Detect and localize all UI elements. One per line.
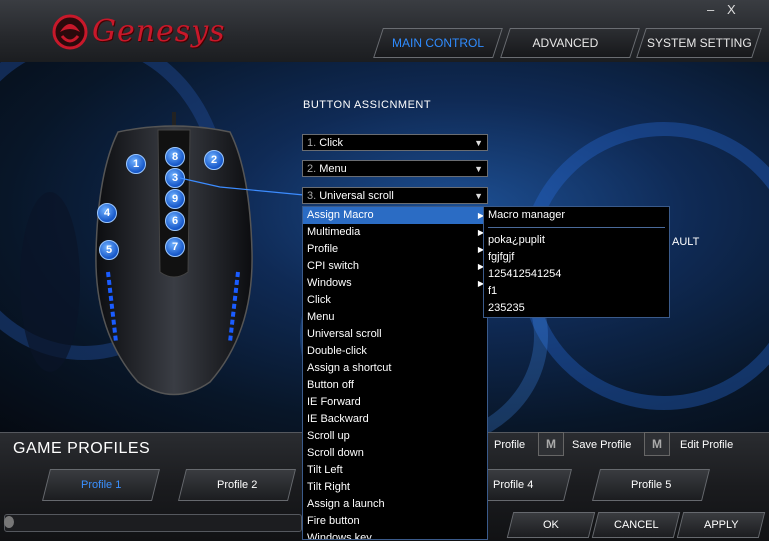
- menu-item[interactable]: Universal scroll: [303, 326, 487, 343]
- tab-advanced-settings[interactable]: ADVANCED SETTINGS: [500, 28, 640, 78]
- menu-item[interactable]: Click: [303, 292, 487, 309]
- mouse-button-5-marker[interactable]: 5: [99, 240, 119, 260]
- menu-item-label: Tilt Left: [307, 464, 343, 476]
- combo-value: Universal scroll: [319, 190, 394, 202]
- partial-label: AULT: [672, 236, 700, 248]
- menu-item-label: Scroll up: [307, 430, 350, 442]
- menu-item[interactable]: Tilt Right: [303, 479, 487, 496]
- combo-value: Click: [319, 137, 344, 149]
- edit-profile-button[interactable]: Edit Profile: [680, 437, 733, 454]
- ok-button[interactable]: OK: [506, 512, 596, 538]
- apply-button[interactable]: APPLY: [676, 512, 766, 538]
- assignment-combo-2[interactable]: 2. Menu ▼: [302, 160, 488, 177]
- menu-item-label: Windows key: [307, 532, 372, 540]
- menu-item-label: IE Backward: [307, 413, 369, 425]
- tab-main-control[interactable]: MAIN CONTROL: [373, 28, 503, 58]
- dropdown-arrow-icon: ▼: [474, 138, 483, 148]
- combo-index: 1.: [307, 137, 317, 149]
- menu-item-label: Multimedia: [307, 226, 361, 238]
- menu-item-label: Tilt Right: [307, 481, 350, 493]
- macro-submenu: Macro manager poka¿puplit fgjfgjf 12541254…: [483, 206, 670, 318]
- menu-item[interactable]: IE Forward: [303, 394, 487, 411]
- mouse-button-1-marker[interactable]: 1: [126, 154, 146, 174]
- menu-item[interactable]: Assign Macro ▶: [303, 207, 487, 224]
- menu-item[interactable]: Profile ▶: [303, 241, 487, 258]
- menu-item[interactable]: Scroll up: [303, 428, 487, 445]
- combo-value: Menu: [319, 163, 347, 175]
- macro-item[interactable]: fgjfgjf: [484, 249, 669, 266]
- slider-knob[interactable]: [4, 516, 14, 528]
- load-profile-button[interactable]: Profile: [494, 437, 525, 454]
- menu-item[interactable]: CPI switch ▶: [303, 258, 487, 275]
- menu-item-label: Assign Macro: [307, 209, 374, 221]
- menu-item[interactable]: Scroll down: [303, 445, 487, 462]
- mouse-button-8-marker[interactable]: 8: [165, 147, 185, 167]
- assignment-combo-3[interactable]: 3. Universal scroll ▼: [302, 187, 488, 204]
- submenu-divider: [488, 227, 665, 228]
- mouse-button-7-marker[interactable]: 7: [165, 237, 185, 257]
- menu-item[interactable]: Windows key: [303, 530, 487, 540]
- combo-index: 2.: [307, 163, 317, 175]
- menu-item[interactable]: Double-click: [303, 343, 487, 360]
- macro-manager-item[interactable]: Macro manager: [484, 207, 669, 224]
- menu-item-label: Scroll down: [307, 447, 364, 459]
- menu-item-label: Button off: [307, 379, 354, 391]
- macro-item[interactable]: f1: [484, 283, 669, 300]
- connector-line: [180, 177, 304, 196]
- macro-item[interactable]: poka¿puplit: [484, 232, 669, 249]
- menu-item-label: Profile: [307, 243, 339, 255]
- game-profiles-title: GAME PROFILES: [13, 440, 151, 457]
- menu-item-label: IE Forward: [307, 396, 361, 408]
- mouse-button-4-marker[interactable]: 4: [97, 203, 117, 223]
- menu-item-label: Windows: [307, 277, 352, 289]
- profile-5-button[interactable]: Profile 5: [592, 469, 710, 501]
- scroll-slider[interactable]: [4, 514, 302, 532]
- m-logo-icon: M: [538, 432, 564, 456]
- menu-item[interactable]: Multimedia ▶: [303, 224, 487, 241]
- assignment-combo-1[interactable]: 1. Click ▼: [302, 134, 488, 151]
- combo-index: 3.: [307, 190, 317, 202]
- menu-item[interactable]: IE Backward: [303, 411, 487, 428]
- m-logo-icon: M: [644, 432, 670, 456]
- macro-item[interactable]: 125412541254: [484, 266, 669, 283]
- menu-item[interactable]: Button off: [303, 377, 487, 394]
- menu-item-label: Assign a shortcut: [307, 362, 392, 374]
- menu-item-label: Double-click: [307, 345, 367, 357]
- menu-item-label: Click: [307, 294, 331, 306]
- profile-1-button[interactable]: Profile 1: [42, 469, 160, 501]
- menu-item-label: Menu: [307, 311, 335, 323]
- minimize-icon[interactable]: –: [707, 2, 714, 17]
- cancel-button[interactable]: CANCEL: [591, 512, 681, 538]
- menu-item[interactable]: Menu: [303, 309, 487, 326]
- menu-item-label: Assign a launch: [307, 498, 385, 510]
- menu-item[interactable]: Assign a launch: [303, 496, 487, 513]
- save-profile-button[interactable]: Save Profile: [572, 437, 631, 454]
- assignment-dropdown-menu: Assign Macro ▶ Multimedia ▶ Profile ▶ CPI swit…: [302, 206, 488, 540]
- menu-item[interactable]: Fire button: [303, 513, 487, 530]
- button-assignment-title: BUTTON ASSICNMENT: [303, 99, 432, 111]
- profile-2-button[interactable]: Profile 2: [178, 469, 296, 501]
- mouse-button-6-marker[interactable]: 6: [165, 211, 185, 231]
- menu-item[interactable]: Windows ▶: [303, 275, 487, 292]
- close-icon[interactable]: X: [727, 2, 736, 17]
- dropdown-arrow-icon: ▼: [474, 191, 483, 201]
- mouse-button-2-marker[interactable]: 2: [204, 150, 224, 170]
- menu-item-label: CPI switch: [307, 260, 359, 272]
- menu-item[interactable]: Assign a shortcut: [303, 360, 487, 377]
- macro-item[interactable]: 235235: [484, 300, 669, 317]
- tab-system-setting[interactable]: SYSTEM SETTING: [636, 28, 762, 58]
- brand-logo-text: Genesys: [92, 14, 226, 49]
- menu-item[interactable]: Tilt Left: [303, 462, 487, 479]
- dropdown-arrow-icon: ▼: [474, 164, 483, 174]
- menu-item-label: Universal scroll: [307, 328, 382, 340]
- menu-item-label: Fire button: [307, 515, 360, 527]
